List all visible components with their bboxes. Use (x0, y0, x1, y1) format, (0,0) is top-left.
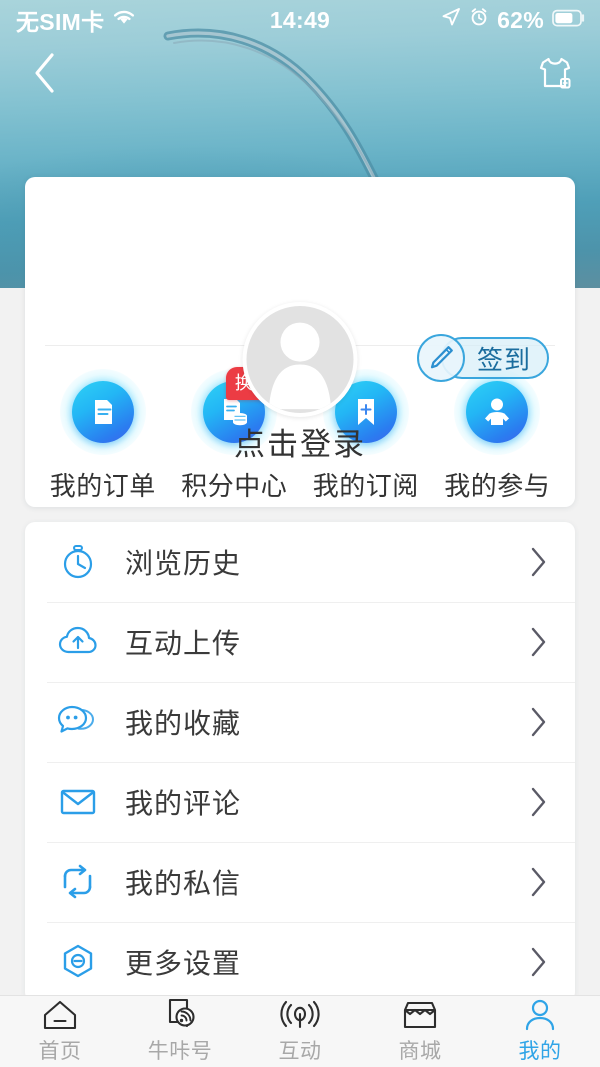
user-icon (523, 998, 557, 1032)
chevron-right-icon (523, 706, 553, 738)
chevron-right-icon (523, 786, 553, 818)
nav-bar (0, 40, 600, 110)
menu-item-my-comments[interactable]: 我的评论 (25, 762, 575, 842)
quick-action-label: 我的参与 (444, 471, 551, 501)
chat-bubbles-icon (55, 702, 101, 742)
cloud-upload-icon (55, 622, 101, 662)
back-button[interactable] (22, 52, 68, 98)
tab-label: 互动 (278, 1040, 322, 1063)
avatar[interactable] (242, 302, 358, 417)
menu-item-my-messages[interactable]: 我的私信 (25, 842, 575, 922)
tshirt-skin-icon (535, 53, 575, 98)
tab-label: 商城 (398, 1040, 442, 1063)
profile-card: 签到 点击登录 我的订单 换好礼 (25, 177, 575, 507)
pencil-icon (430, 346, 453, 369)
skin-theme-button[interactable] (532, 52, 578, 98)
chevron-right-icon (523, 546, 553, 578)
quick-action-label: 积分中心 (181, 471, 288, 501)
account-signal-icon (164, 998, 196, 1032)
menu-item-label: 我的收藏 (125, 708, 242, 739)
bottom-tab-bar: 首页 牛咔号 互动 商城 我的 (0, 995, 600, 1067)
tab-home[interactable]: 首页 (0, 998, 120, 1065)
menu-item-label: 我的私信 (125, 868, 242, 899)
chevron-left-icon (31, 52, 59, 99)
store-icon (400, 998, 440, 1032)
tab-label: 首页 (38, 1040, 82, 1063)
menu-item-more-settings[interactable]: 更多设置 (25, 922, 575, 1002)
signin-button[interactable]: 签到 (417, 334, 550, 382)
tab-label: 我的 (518, 1040, 562, 1063)
menu-item-label: 更多设置 (125, 948, 242, 979)
broadcast-icon (280, 998, 320, 1032)
status-bar: 无SIM卡 14:49 62% (0, 0, 600, 40)
tab-niuka-account[interactable]: 牛咔号 (120, 998, 240, 1065)
quick-action-label: 我的订单 (49, 471, 156, 501)
quick-action-label: 我的订阅 (312, 471, 419, 501)
menu-item-browse-history[interactable]: 浏览历史 (25, 522, 575, 602)
menu-item-interactive-upload[interactable]: 互动上传 (25, 602, 575, 682)
hexagon-settings-icon (55, 942, 101, 982)
default-avatar-icon (268, 322, 332, 410)
stopwatch-icon (55, 542, 101, 582)
menu-item-label: 我的评论 (125, 788, 242, 819)
tab-label: 牛咔号 (147, 1040, 213, 1063)
signin-circle (417, 334, 465, 382)
envelope-icon (55, 782, 101, 822)
menu-item-label: 浏览历史 (125, 548, 242, 579)
menu-item-label: 互动上传 (125, 628, 242, 659)
tab-mall[interactable]: 商城 (360, 998, 480, 1065)
status-bar-time: 14:49 (269, 6, 331, 33)
home-icon (42, 998, 78, 1032)
tab-mine[interactable]: 我的 (480, 998, 600, 1065)
settings-menu-list: 浏览历史 互动上传 我的收藏 我的评论 我的私信 更多设置 (25, 522, 575, 1002)
app-screen: 无SIM卡 14:49 62% 签到 点击登录 我的订单 积分中心 我的订阅 我… (0, 0, 600, 1067)
tab-interactive[interactable]: 互动 (240, 998, 360, 1065)
swap-arrows-icon (55, 862, 101, 902)
menu-item-my-favorites[interactable]: 我的收藏 (25, 682, 575, 762)
chevron-right-icon (523, 946, 553, 978)
chevron-right-icon (523, 626, 553, 658)
chevron-right-icon (523, 866, 553, 898)
login-prompt[interactable]: 点击登录 (25, 419, 575, 464)
